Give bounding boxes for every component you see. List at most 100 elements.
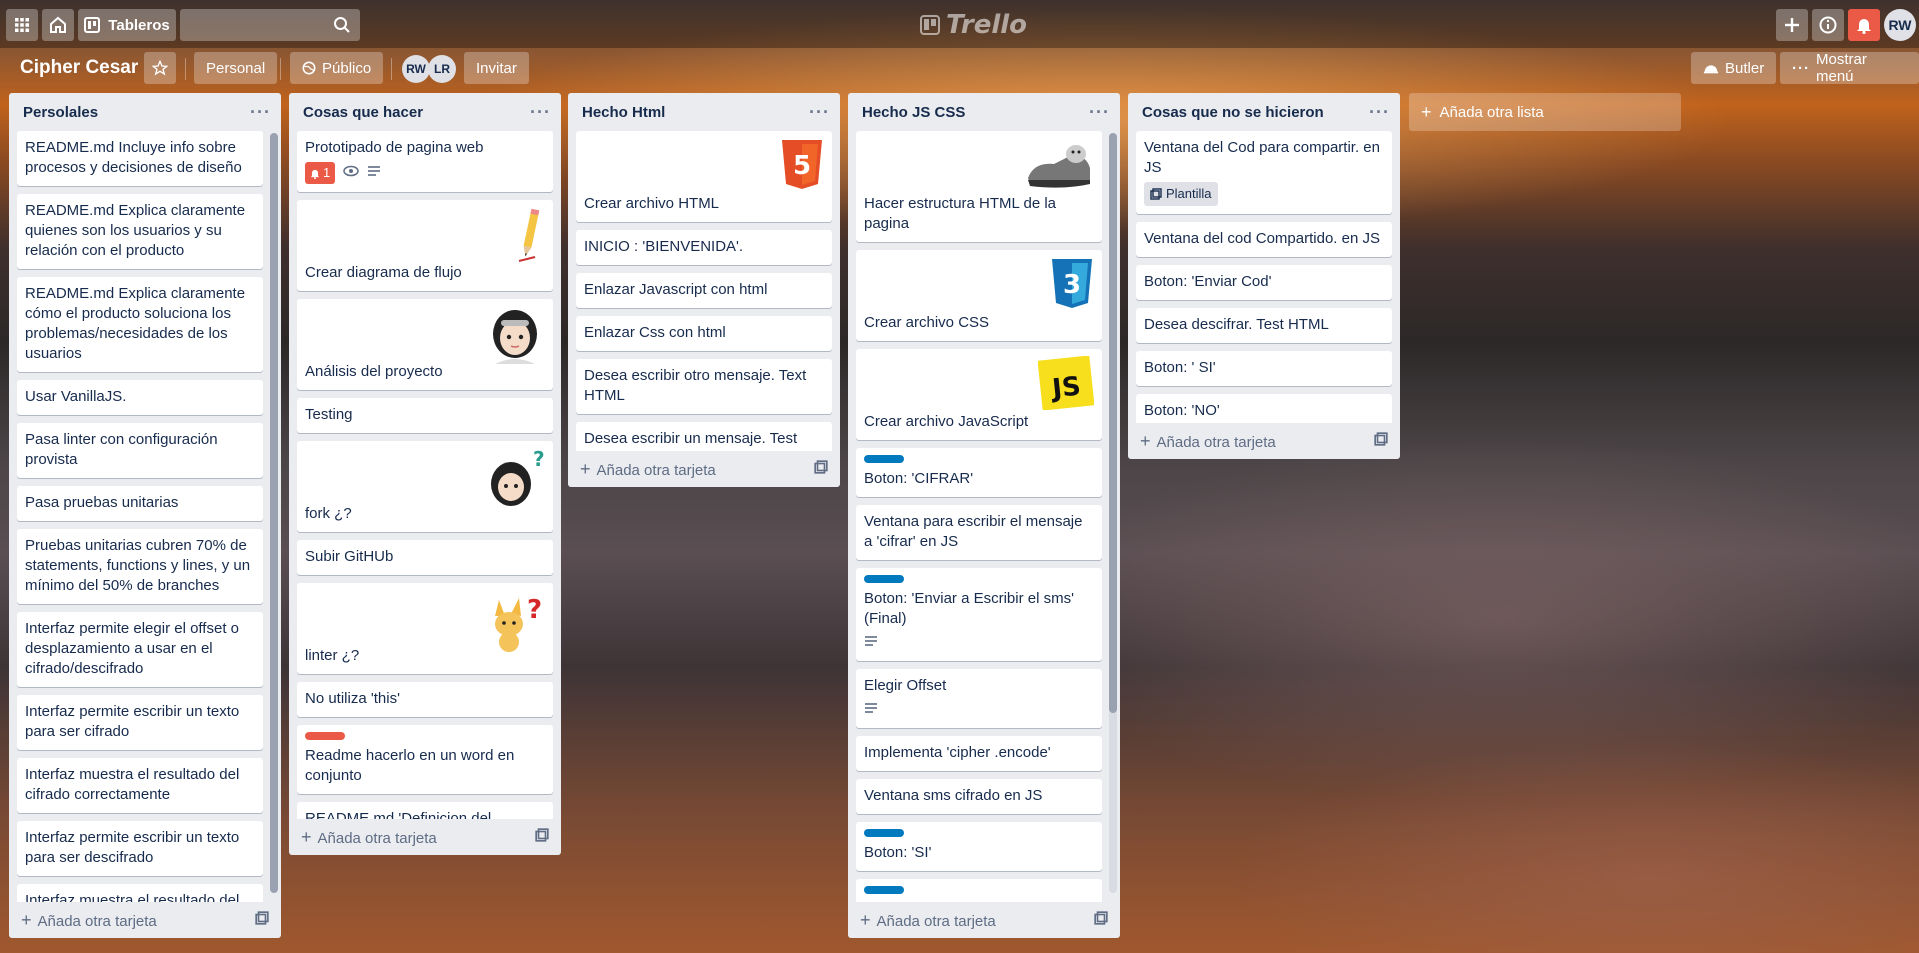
list-header[interactable]: Hecho Html ··· [568,93,840,131]
card[interactable]: Pasa linter con configuración provista [17,423,263,478]
create-from-template-icon[interactable] [255,911,269,929]
create-from-template-icon[interactable] [1094,911,1108,929]
info-button[interactable] [1812,9,1844,41]
card[interactable]: README.md 'Definicion del producto [297,802,553,819]
list-scrollbar[interactable] [270,133,278,893]
search-input[interactable] [180,9,360,41]
trello-logo[interactable]: Trello [920,10,1027,40]
blue-label[interactable] [864,829,904,837]
list-title[interactable]: Persolales [23,104,98,121]
card[interactable]: Testing [297,398,553,433]
add-card-button[interactable]: + Añada otra tarjeta [1128,423,1400,459]
add-card-button[interactable]: + Añada otra tarjeta [568,451,840,487]
card[interactable]: Interfaz permite elegir el offset o desp… [17,612,263,687]
card[interactable]: Enlazar Css con html [576,316,832,351]
show-menu-button[interactable]: ··· Mostrar menú [1780,51,1919,85]
card[interactable]: ? fork ¿? [297,441,553,532]
blue-label[interactable] [864,575,904,583]
apps-grid-button[interactable] [6,9,38,41]
list-menu-icon[interactable]: ··· [530,102,551,123]
list-title[interactable]: Cosas que no se hicieron [1142,104,1324,121]
star-button[interactable] [144,52,176,84]
card[interactable]: Boton: ' SI' [1136,351,1392,386]
notifications-button[interactable] [1848,9,1880,41]
personal-team-button[interactable]: Personal [194,52,278,84]
card[interactable]: 5 Crear archivo HTML [576,131,832,222]
create-from-template-icon[interactable] [1374,432,1388,450]
card[interactable]: Interfaz permite escribir un texto para … [17,695,263,750]
member-avatar-lr[interactable]: LR [428,55,456,83]
add-card-label: Añada otra tarjeta [37,912,157,930]
add-list-button[interactable]: + Añada otra lista [1409,93,1681,131]
blue-label[interactable] [864,455,904,463]
card[interactable]: Crear diagrama de flujo [297,200,553,291]
card[interactable]: Interfaz muestra el resultado del cifrad… [17,758,263,813]
list-menu-icon[interactable]: ··· [809,102,830,123]
list-title[interactable]: Hecho JS CSS [862,104,965,121]
card[interactable]: Desea escribir un mensaje. Test HTML [576,422,832,451]
card[interactable]: Pruebas unitarias cubren 70% de statemen… [17,529,263,604]
card[interactable]: Ventana sms cifrado en JS [856,779,1102,814]
card[interactable]: Boton: 'NO' [856,879,1102,902]
blue-label[interactable] [864,886,904,894]
card-title: Subir GitHUb [305,548,394,565]
card[interactable]: Readme hacerlo en un word en conjunto [297,725,553,794]
butler-button[interactable]: Butler [1691,52,1777,84]
invite-button[interactable]: Invitar [464,52,529,84]
add-card-button[interactable]: + Añada otra tarjeta [848,902,1120,938]
list-menu-icon[interactable]: ··· [1369,102,1390,123]
add-card-button[interactable]: + Añada otra tarjeta [289,819,561,855]
card[interactable]: Boton: 'SI' [856,822,1102,871]
card[interactable]: README.md Incluye info sobre procesos y … [17,131,263,186]
list-menu-icon[interactable]: ··· [1089,102,1110,123]
list-menu-icon[interactable]: ··· [250,102,271,123]
list-header[interactable]: Persolales ··· [9,93,281,131]
card[interactable]: README.md Explica claramente quienes son… [17,194,263,269]
card[interactable]: Ventana del Cod para compartir. en JS Pla… [1136,131,1392,214]
card[interactable]: 3 Crear archivo CSS [856,250,1102,341]
user-avatar[interactable]: RW [1884,9,1916,41]
card[interactable]: Interfaz permite escribir un texto para … [17,821,263,876]
list-header[interactable]: Cosas que hacer ··· [289,93,561,131]
card[interactable]: Implementa 'cipher .encode' [856,736,1102,771]
list-title[interactable]: Cosas que hacer [303,104,423,121]
card[interactable]: JS Crear archivo JavaScript [856,349,1102,440]
card[interactable]: Hacer estructura HTML de la pagina [856,131,1102,242]
card[interactable]: Boton: 'Enviar Cod' [1136,265,1392,300]
card[interactable]: INICIO : 'BIENVENIDA'. [576,230,832,265]
card[interactable]: Boton: 'Enviar a Escribir el sms' (Final… [856,568,1102,661]
card[interactable]: Análisis del proyecto [297,299,553,390]
red-label[interactable] [305,732,345,740]
card[interactable]: Enlazar Javascript con html [576,273,832,308]
card[interactable]: Desea escribir otro mensaje. Text HTML [576,359,832,414]
create-button[interactable] [1776,9,1808,41]
card[interactable]: Prototipado de pagina web 1 [297,131,553,192]
board-title[interactable]: Cipher Cesar [20,57,138,79]
create-from-template-icon[interactable] [535,828,549,846]
add-card-button[interactable]: + Añada otra tarjeta [9,902,281,938]
card[interactable]: Subir GitHUb [297,540,553,575]
home-button[interactable] [42,9,74,41]
card[interactable]: Boton: 'CIFRAR' [856,448,1102,497]
list-title[interactable]: Hecho Html [582,104,665,121]
boards-button[interactable]: Tableros [78,9,176,41]
card[interactable]: Usar VanillaJS. [17,380,263,415]
card[interactable]: Pasa pruebas unitarias [17,486,263,521]
list-header[interactable]: Cosas que no se hicieron ··· [1128,93,1400,131]
card[interactable]: README.md Explica claramente cómo el pro… [17,277,263,372]
card[interactable]: Ventana para escribir el mensaje a 'cifr… [856,505,1102,560]
card[interactable]: ? linter ¿? [297,583,553,674]
card[interactable]: Boton: 'NO' [1136,394,1392,423]
card[interactable]: Desea descifrar. Test HTML [1136,308,1392,343]
card[interactable]: Interfaz muestra el resultado del descif… [17,884,263,902]
card[interactable]: No utiliza 'this' [297,682,553,717]
list-header[interactable]: Hecho JS CSS ··· [848,93,1120,131]
card[interactable]: Ventana del cod Compartido. en JS [1136,222,1392,257]
visibility-button[interactable]: Público [290,52,384,84]
card[interactable]: Elegir Offset [856,669,1102,728]
scrollbar-thumb[interactable] [1109,133,1117,713]
create-from-template-icon[interactable] [814,460,828,478]
member-avatar-rw[interactable]: RW [402,55,430,83]
list-scrollbar[interactable] [1109,133,1117,893]
scrollbar-thumb[interactable] [270,133,278,893]
